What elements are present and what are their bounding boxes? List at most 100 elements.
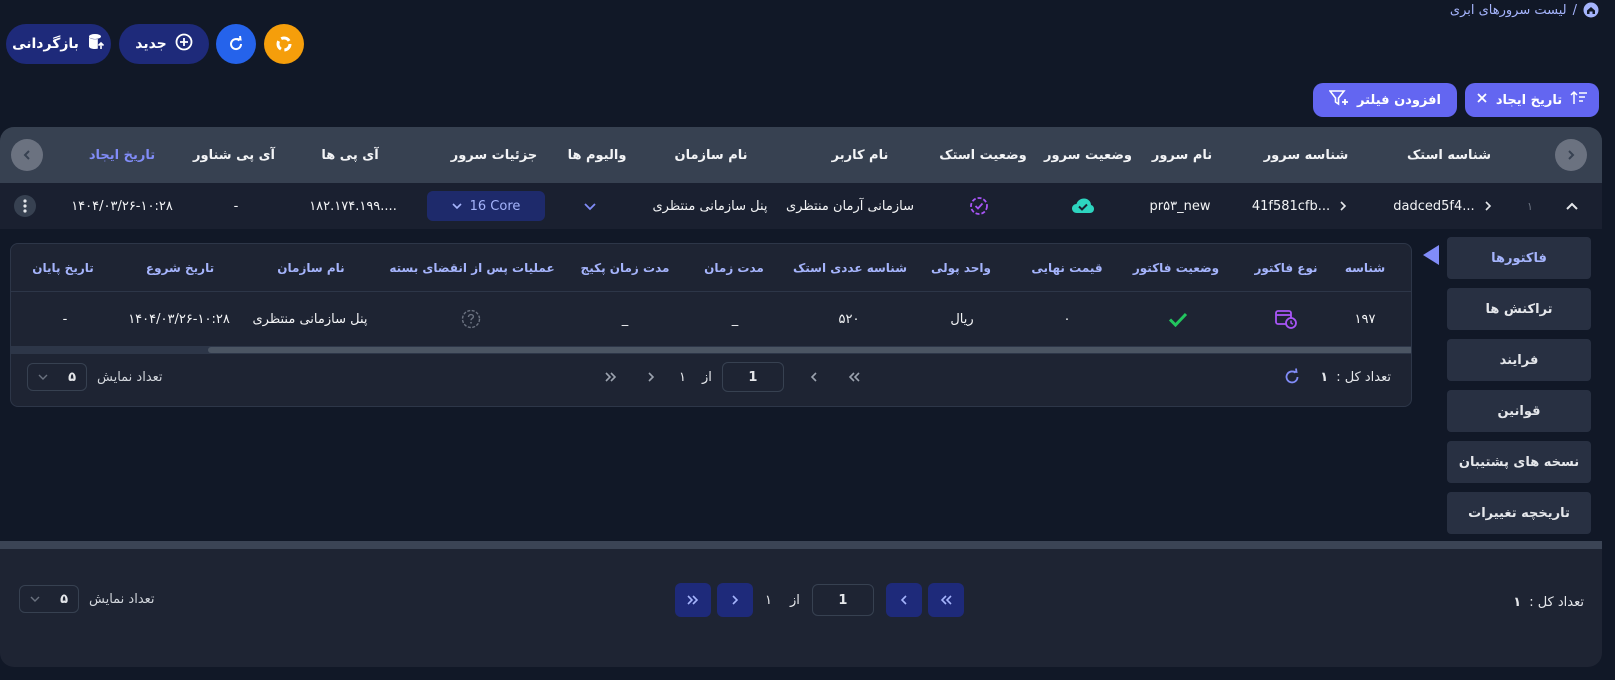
th-server-status[interactable]: وضعیت سرور xyxy=(1044,127,1132,183)
th-after-expiry[interactable]: عملیات پس از انقضای بسته xyxy=(389,244,554,292)
volumes-dropdown[interactable] xyxy=(575,183,605,229)
th-floating-ip[interactable]: آی پی شناور xyxy=(193,127,275,183)
cell-server-id[interactable]: 41f581cfb... xyxy=(1245,183,1355,229)
prev-page-button[interactable] xyxy=(885,583,922,617)
new-button-label: جدید xyxy=(135,36,167,52)
chevron-right-icon xyxy=(1340,201,1347,211)
of-label: از xyxy=(789,592,800,608)
server-details-dropdown[interactable]: 16 Core xyxy=(427,191,545,221)
invoices-total: تعداد کل : ۱ xyxy=(1282,362,1391,392)
tab-change-history[interactable]: تاریخچه تغییرات xyxy=(1447,492,1591,534)
cell-package-duration: _ xyxy=(621,311,629,327)
restore-button-label: بازگردانی xyxy=(12,36,79,52)
main-page-size: ۵ تعداد نمایش xyxy=(19,584,155,614)
th-invoice-status[interactable]: وضعیت فاکتور xyxy=(1131,244,1221,292)
th-final-price[interactable]: قیمت نهایی xyxy=(1027,244,1107,292)
page-size-select[interactable]: ۵ xyxy=(27,363,87,391)
horizontal-scrollbar[interactable] xyxy=(11,346,1411,354)
first-page-button[interactable] xyxy=(836,362,872,392)
close-icon[interactable] xyxy=(1476,92,1488,108)
invoice-row[interactable]: - ۱۴۰۴/۰۳/۲۶-۱۰:۲۸ پنل سازمانی منتظری _ … xyxy=(11,292,1411,346)
restore-button[interactable]: بازگردانی xyxy=(6,24,111,64)
next-page-button[interactable] xyxy=(633,362,669,392)
next-page-button[interactable] xyxy=(717,583,753,617)
th-package-duration[interactable]: مدت زمان پکیج xyxy=(577,244,673,292)
cell-stack-id[interactable]: dadced5f4... xyxy=(1388,183,1498,229)
th-server-name[interactable]: نام سرور xyxy=(1150,127,1214,183)
page-number-input[interactable]: 1 xyxy=(811,584,874,616)
sort-chip-created-date[interactable]: تاریخ ایجاد xyxy=(1465,83,1599,117)
th-invoice-id[interactable]: شناسه xyxy=(1337,244,1393,292)
page-number-input[interactable]: 1 xyxy=(721,362,784,392)
tab-rules[interactable]: قوانین xyxy=(1447,390,1591,432)
cell-invoice-id: ۱۹۷ xyxy=(1354,311,1376,327)
table-row[interactable]: ۱۴۰۴/۰۳/۲۶-۱۰:۲۸ - ۱۸۲.۱۷۴.۱۹۹.... 16 Co… xyxy=(0,183,1602,229)
servers-table-card: تاریخ ایجاد آی پی شناور آی پی ها جزئیات … xyxy=(0,127,1602,667)
th-start-date[interactable]: تاریخ شروع xyxy=(135,244,225,292)
scroll-right-button[interactable] xyxy=(1555,139,1587,171)
active-tab-indicator xyxy=(1423,245,1439,265)
th-stack-numeric-id[interactable]: شناسه عددی استک xyxy=(793,244,907,292)
th-volumes[interactable]: والیوم ها xyxy=(560,127,634,183)
th-org-name[interactable]: نام سازمان xyxy=(269,244,353,292)
th-org-name[interactable]: نام سازمان xyxy=(670,127,752,183)
refresh-icon xyxy=(230,35,243,51)
auto-refresh-button[interactable] xyxy=(264,24,304,64)
cell-final-price: ۰ xyxy=(1063,311,1071,327)
scrollbar-thumb[interactable] xyxy=(208,347,1411,353)
cell-org-name: پنل سازمانی منتظری xyxy=(652,198,768,214)
server-details-label: 16 Core xyxy=(469,198,521,214)
stack-status-icon xyxy=(968,183,990,229)
th-stack-id[interactable]: شناسه استک xyxy=(1406,127,1492,183)
question-circle-icon xyxy=(459,292,483,346)
prev-page-button[interactable] xyxy=(796,362,832,392)
th-ips[interactable]: آی پی ها xyxy=(320,127,380,183)
chevron-left-icon xyxy=(810,372,817,382)
total-pages: ۱ xyxy=(679,369,686,385)
last-page-button[interactable] xyxy=(675,583,711,617)
first-page-button[interactable] xyxy=(927,583,964,617)
sort-asc-icon[interactable] xyxy=(1570,90,1588,110)
th-duration[interactable]: مدت زمان xyxy=(697,244,771,292)
tab-backups[interactable]: نسخه های پشتیبان xyxy=(1447,441,1591,483)
add-filter-button[interactable]: افزودن فیلتر xyxy=(1313,83,1457,117)
home-icon[interactable] xyxy=(1583,2,1599,18)
breadcrumb-current[interactable]: لیست سرورهای ابری xyxy=(1450,3,1567,18)
table-divider xyxy=(0,541,1602,549)
row-index: ۱ xyxy=(1527,199,1533,213)
cell-start-date: ۱۴۰۴/۰۳/۲۶-۱۰:۲۸ xyxy=(128,311,230,327)
refresh-button[interactable] xyxy=(216,24,256,64)
scroll-left-button[interactable] xyxy=(11,139,43,171)
th-currency[interactable]: واحد پولی xyxy=(931,244,991,292)
th-username[interactable]: نام کاربر xyxy=(820,127,900,183)
new-button[interactable]: جدید xyxy=(119,24,209,64)
th-end-date[interactable]: تاریخ پایان xyxy=(31,244,95,292)
th-invoice-type[interactable]: نوع فاکتور xyxy=(1253,244,1319,292)
th-server-id[interactable]: شناسه سرور xyxy=(1264,127,1349,183)
tab-invoices[interactable]: فاکتورها xyxy=(1447,237,1591,279)
kebab-menu-icon xyxy=(14,195,36,217)
page-size-label: تعداد نمایش xyxy=(89,591,155,607)
refresh-icon[interactable] xyxy=(1282,367,1302,387)
invoices-header: تاریخ پایان تاریخ شروع نام سازمان عملیات… xyxy=(11,244,1411,292)
of-label: از xyxy=(701,369,712,385)
main-total: تعداد کل : ۱ xyxy=(1513,587,1584,617)
tab-process[interactable]: فرایند xyxy=(1447,339,1591,381)
tab-transactions[interactable]: تراکنش ها xyxy=(1447,288,1591,330)
server-id-text: 41f581cfb... xyxy=(1251,198,1331,214)
page-size-select[interactable]: ۵ xyxy=(19,585,79,613)
chevron-down-icon xyxy=(30,596,40,602)
last-page-button[interactable] xyxy=(593,362,629,392)
th-created-at[interactable]: تاریخ ایجاد xyxy=(89,127,155,183)
th-server-details[interactable]: جزئیات سرور xyxy=(446,127,542,183)
row-actions-button[interactable] xyxy=(12,183,38,229)
row-collapse-button[interactable] xyxy=(1560,183,1584,229)
cell-ips[interactable]: ۱۸۲.۱۷۴.۱۹۹.... xyxy=(309,183,404,229)
filter-plus-icon xyxy=(1328,89,1349,111)
chevron-left-icon xyxy=(23,150,30,160)
th-stack-status[interactable]: وضعیت استک xyxy=(939,127,1026,183)
main-pagination: ۱ از 1 xyxy=(675,583,964,617)
double-chevron-left-icon xyxy=(848,372,860,382)
chevron-right-icon xyxy=(1568,150,1575,160)
stack-id-text: dadced5f4... xyxy=(1393,198,1475,214)
